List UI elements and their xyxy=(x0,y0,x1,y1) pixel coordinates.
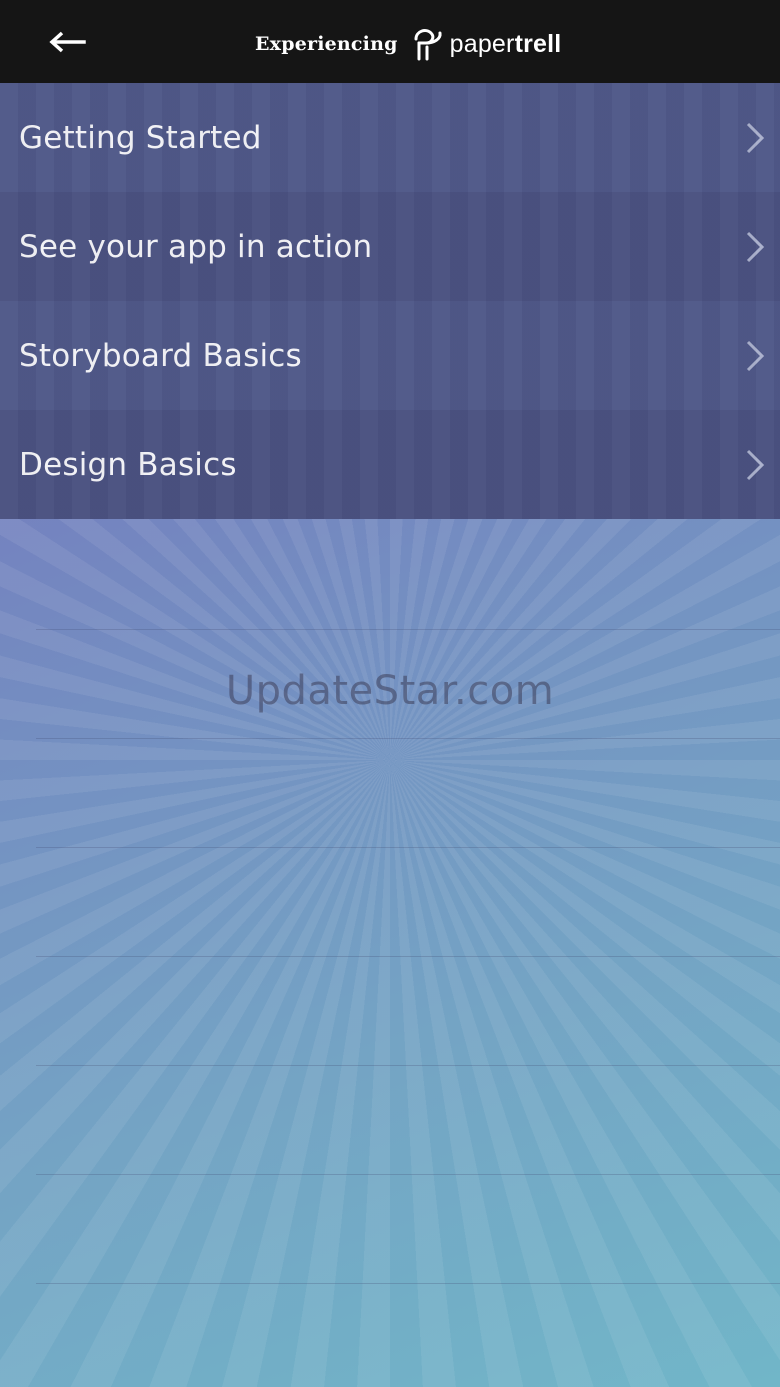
back-button[interactable] xyxy=(40,22,96,62)
papertrell-logo-icon xyxy=(414,29,442,61)
chevron-right-icon xyxy=(746,340,765,372)
menu-item-label: Getting Started xyxy=(19,119,262,156)
menu-item-label: Design Basics xyxy=(19,446,237,483)
menu-item-design-basics[interactable]: Design Basics xyxy=(0,410,780,519)
row-divider xyxy=(36,1065,780,1066)
app-screen: Experiencing papertrell Getting Started … xyxy=(0,0,780,1387)
row-divider xyxy=(36,847,780,848)
topic-menu: Getting Started See your app in action S… xyxy=(0,83,780,519)
brand-title: Experiencing papertrell xyxy=(255,22,561,66)
menu-item-getting-started[interactable]: Getting Started xyxy=(0,83,780,192)
menu-item-see-your-app[interactable]: See your app in action xyxy=(0,192,780,301)
watermark-text: UpdateStar.com xyxy=(225,668,555,714)
menu-item-label: See your app in action xyxy=(19,228,373,265)
menu-item-label: Storyboard Basics xyxy=(19,337,302,374)
brand-name-light: paper xyxy=(449,29,515,58)
row-divider xyxy=(36,738,780,739)
chevron-right-icon xyxy=(746,231,765,263)
brand-prefix: Experiencing xyxy=(255,33,398,55)
chevron-right-icon xyxy=(746,449,765,481)
brand-name: papertrell xyxy=(450,30,562,59)
row-divider xyxy=(36,956,780,957)
arrow-left-icon xyxy=(49,31,86,53)
app-header: Experiencing papertrell xyxy=(0,0,780,83)
chevron-right-icon xyxy=(746,122,765,154)
row-divider xyxy=(36,1174,780,1175)
row-divider xyxy=(36,629,780,630)
brand-name-bold: trell xyxy=(514,29,562,58)
menu-item-storyboard-basics[interactable]: Storyboard Basics xyxy=(0,301,780,410)
row-divider xyxy=(36,1283,780,1284)
